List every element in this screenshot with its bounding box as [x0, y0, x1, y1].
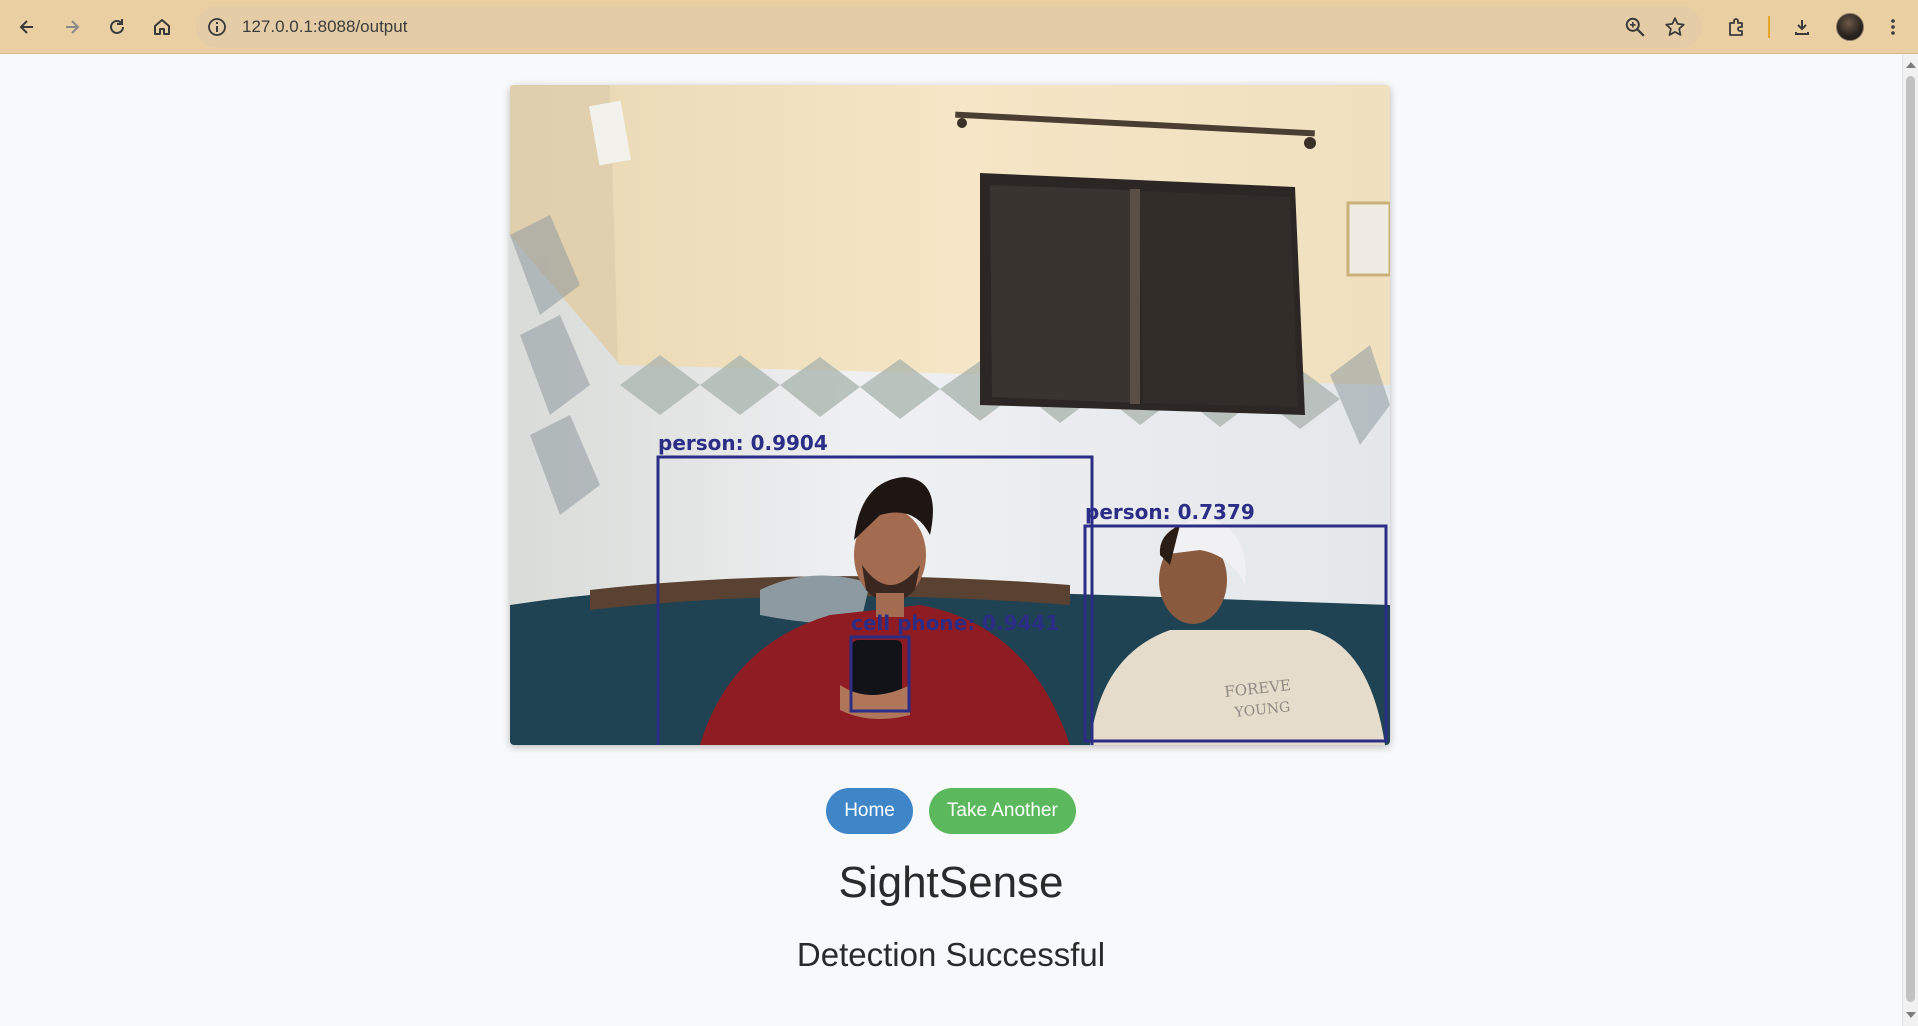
forward-icon[interactable]	[56, 11, 88, 43]
page-scrollbar[interactable]	[1902, 54, 1918, 1026]
home-icon[interactable]	[146, 11, 178, 43]
detection-label-person-1: person: 0.9904	[658, 431, 828, 455]
bookmark-star-icon[interactable]	[1664, 16, 1686, 38]
back-icon[interactable]	[11, 11, 43, 43]
toolbar-divider	[1768, 16, 1770, 38]
zoom-icon[interactable]	[1624, 16, 1646, 38]
address-bar[interactable]: 127.0.0.1:8088/output	[196, 6, 1702, 48]
detection-result-image: FOREVE YOUNG person: 0.9904 person: 0.73…	[510, 85, 1390, 745]
scroll-up-arrow-icon[interactable]	[1906, 62, 1916, 68]
browser-toolbar: 127.0.0.1:8088/output	[0, 0, 1918, 54]
detection-status: Detection Successful	[796, 936, 1106, 973]
reload-icon[interactable]	[101, 11, 133, 43]
profile-avatar[interactable]	[1836, 13, 1864, 41]
home-button[interactable]: Home	[826, 788, 913, 834]
take-another-button[interactable]: Take Another	[928, 788, 1076, 834]
detection-label-cell-phone: cell phone: 0.9441	[851, 611, 1059, 635]
menu-kebab-icon[interactable]	[1877, 11, 1909, 43]
extensions-icon[interactable]	[1720, 11, 1752, 43]
site-info-icon[interactable]	[206, 16, 228, 38]
scroll-thumb[interactable]	[1906, 76, 1915, 1002]
url-text[interactable]: 127.0.0.1:8088/output	[242, 6, 407, 48]
action-buttons: Home Take Another	[0, 788, 1902, 834]
download-icon[interactable]	[1786, 11, 1818, 43]
scroll-down-arrow-icon[interactable]	[1906, 1012, 1916, 1018]
detection-label-person-2: person: 0.7379	[1085, 500, 1255, 524]
page-title: SightSense	[838, 858, 1064, 907]
